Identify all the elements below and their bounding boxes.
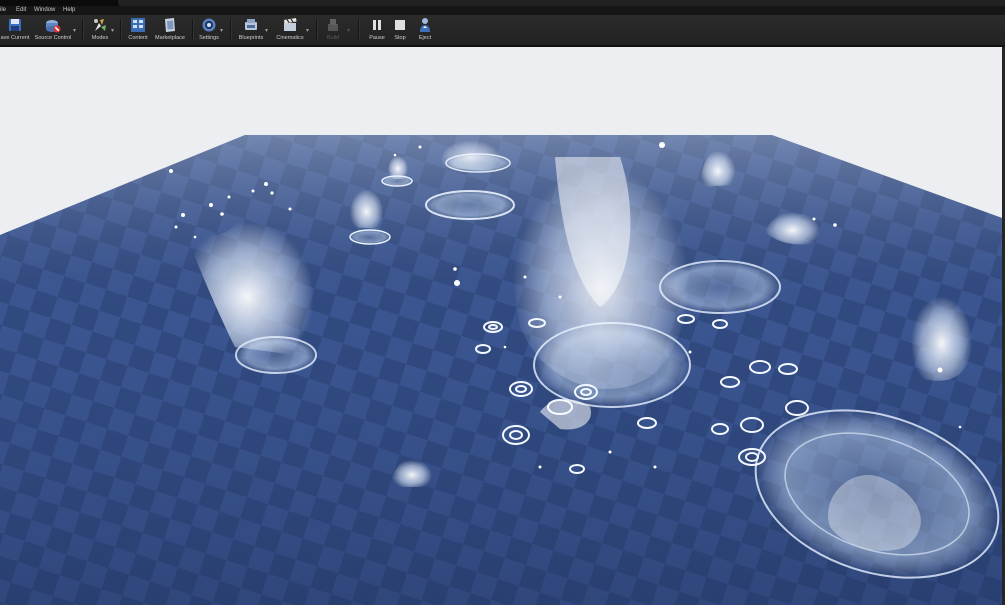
save-current-label: ave Current xyxy=(0,35,30,41)
toolbar-separator xyxy=(192,19,194,41)
build-button[interactable]: Build xyxy=(322,16,344,44)
marketplace-icon xyxy=(162,17,178,33)
source-control-label: Source Control xyxy=(34,35,72,41)
blueprints-dropdown[interactable]: ▾ xyxy=(265,27,268,34)
source-control-icon xyxy=(45,17,61,33)
pause-button[interactable]: Pause xyxy=(366,16,388,44)
marketplace-button[interactable]: Marketplace xyxy=(152,16,188,44)
menu-help[interactable]: Help xyxy=(63,6,75,15)
build-dropdown[interactable]: ▾ xyxy=(347,27,350,34)
toolbar-separator xyxy=(316,19,318,41)
toolbar-separator xyxy=(230,19,232,41)
pause-label: Pause xyxy=(369,35,385,41)
content-button[interactable]: Content xyxy=(126,16,150,44)
eject-icon xyxy=(417,17,433,33)
menu-edit[interactable]: Edit xyxy=(16,6,26,15)
cinematics-button[interactable]: Cinematics xyxy=(274,16,306,44)
menu-file[interactable]: ile xyxy=(0,6,6,15)
toolbar-separator xyxy=(120,19,122,41)
blueprints-icon xyxy=(243,17,259,33)
settings-icon xyxy=(201,17,217,33)
settings-label: Settings xyxy=(199,35,219,41)
menu-window[interactable]: Window xyxy=(34,6,55,15)
toolbar-separator xyxy=(82,19,84,41)
settings-dropdown[interactable]: ▾ xyxy=(220,27,223,34)
save-icon xyxy=(7,17,23,33)
stop-button[interactable]: Stop xyxy=(390,16,410,44)
marketplace-label: Marketplace xyxy=(155,35,185,41)
build-icon xyxy=(325,17,341,33)
blueprints-label: Blueprints xyxy=(238,35,264,41)
eject-button[interactable]: Eject xyxy=(414,16,436,44)
blueprints-button[interactable]: Blueprints xyxy=(236,16,266,44)
settings-button[interactable]: Settings xyxy=(197,16,221,44)
level-editor-toolbar: ave Current Source Control ▾ Modes ▾ Con… xyxy=(0,15,1005,47)
stop-label: Stop xyxy=(394,35,406,41)
save-current-button[interactable]: ave Current xyxy=(0,16,30,44)
source-control-dropdown[interactable]: ▾ xyxy=(73,27,76,34)
content-browser-icon xyxy=(130,17,146,33)
stop-icon xyxy=(392,17,408,33)
cinematics-dropdown[interactable]: ▾ xyxy=(306,27,309,34)
level-viewport[interactable] xyxy=(0,47,1005,605)
toolbar-separator xyxy=(358,19,360,41)
modes-dropdown[interactable]: ▾ xyxy=(111,27,114,34)
build-label: Build xyxy=(326,35,340,41)
content-label: Content xyxy=(128,35,148,41)
pause-icon xyxy=(369,17,385,33)
source-control-button[interactable]: Source Control xyxy=(32,16,74,44)
eject-label: Eject xyxy=(418,35,432,41)
viewport-scene xyxy=(0,47,1005,605)
modes-icon xyxy=(92,17,108,33)
cinematics-label: Cinematics xyxy=(276,35,304,41)
modes-label: Modes xyxy=(91,35,109,41)
menu-bar: ile Edit Window Help xyxy=(0,6,1005,15)
cinematics-icon xyxy=(282,17,298,33)
modes-button[interactable]: Modes xyxy=(88,16,112,44)
